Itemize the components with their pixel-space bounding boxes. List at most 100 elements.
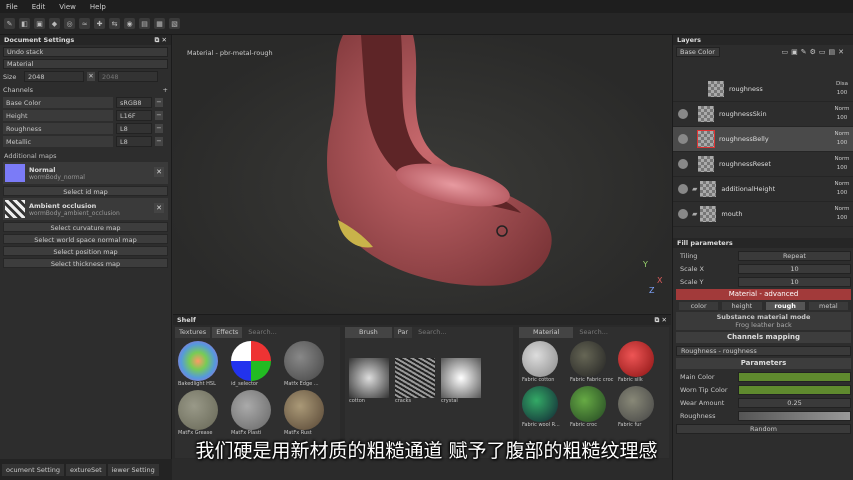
chip-color[interactable]: color xyxy=(679,302,719,310)
visibility-icon[interactable] xyxy=(678,209,688,219)
layer-item[interactable]: roughness Disa 100 xyxy=(673,77,853,102)
material-item[interactable]: Fabric silk xyxy=(618,341,663,383)
eraser-icon[interactable]: ◧ xyxy=(19,18,30,29)
shelf-item[interactable]: Bakedlight HSL xyxy=(178,341,228,387)
clone-icon[interactable]: ◎ xyxy=(64,18,75,29)
tab-material[interactable]: Material xyxy=(519,327,574,338)
channel-format[interactable]: L8 xyxy=(116,136,152,147)
material-field[interactable]: Material xyxy=(3,59,168,69)
visibility-icon[interactable] xyxy=(678,134,688,144)
blend-mode[interactable]: Norm xyxy=(834,181,849,187)
close-icon[interactable]: ⧉ ✕ xyxy=(155,36,167,45)
visibility-icon[interactable] xyxy=(678,159,688,169)
layer-tools-icon[interactable]: ▭▣✎⚙▭▤✕ xyxy=(782,48,847,56)
channel-format[interactable]: L16F xyxy=(116,110,152,121)
smudge-icon[interactable]: ≈ xyxy=(79,18,90,29)
material-search[interactable]: Search... xyxy=(575,327,612,338)
material-item[interactable]: Fabric fur xyxy=(618,386,663,428)
tab-brush[interactable]: Brush xyxy=(345,327,392,338)
substance-mode[interactable]: Substance material mode Frog leather back xyxy=(676,312,851,330)
opacity[interactable]: 100 xyxy=(837,90,848,96)
opacity[interactable]: 100 xyxy=(837,115,848,121)
select-thickness-button[interactable]: Select thickness map xyxy=(3,258,168,268)
brush-item[interactable]: cracks xyxy=(395,358,435,404)
size-select[interactable]: 2048 xyxy=(24,71,84,82)
blend-mode[interactable]: Disa xyxy=(836,81,848,87)
chip-metal[interactable]: metal xyxy=(808,302,848,310)
channel-format[interactable]: sRGB8 xyxy=(116,97,152,108)
select-position-button[interactable]: Select position map xyxy=(3,246,168,256)
brush-item[interactable]: cotton xyxy=(349,358,389,404)
remove-icon[interactable]: − xyxy=(155,111,163,120)
roughness-slider[interactable] xyxy=(738,410,851,421)
blend-mode[interactable]: Norm xyxy=(834,156,849,162)
brush-search[interactable]: Search... xyxy=(414,327,451,338)
remove-map-icon[interactable]: ✕ xyxy=(154,167,164,177)
select-world-normal-button[interactable]: Select world space normal map xyxy=(3,234,168,244)
remove-icon[interactable]: − xyxy=(155,124,163,133)
tab-effects[interactable]: Effects xyxy=(212,327,243,338)
chmap-select[interactable]: Roughness - roughness xyxy=(676,345,851,356)
chip-rough[interactable]: rough xyxy=(765,302,805,310)
remove-icon[interactable]: − xyxy=(155,98,163,107)
scaley-input[interactable]: 10 xyxy=(738,276,851,287)
material-item[interactable]: Fabric cotton xyxy=(522,341,567,383)
main-color-swatch[interactable] xyxy=(738,371,851,382)
tab-particles[interactable]: Par xyxy=(393,327,413,338)
undock-icon[interactable]: ⧉ ✕ xyxy=(655,316,667,325)
color-picker-icon[interactable]: ✚ xyxy=(94,18,105,29)
scalex-input[interactable]: 10 xyxy=(738,263,851,274)
material-item[interactable]: Fabric croc xyxy=(570,386,615,428)
remove-map-icon[interactable]: ✕ xyxy=(154,203,164,213)
viewport-mode-icon[interactable]: ▤ xyxy=(139,18,150,29)
screenshot-icon[interactable]: ▧ xyxy=(169,18,180,29)
polygon-fill-icon[interactable]: ◆ xyxy=(49,18,60,29)
camera-icon[interactable]: ◉ xyxy=(124,18,135,29)
blend-mode[interactable]: Norm xyxy=(834,131,849,137)
layer-item[interactable]: ▰ mouth Norm 100 xyxy=(673,202,853,227)
tab-textureset[interactable]: extureSet xyxy=(66,463,106,476)
opacity[interactable]: 100 xyxy=(837,190,848,196)
blend-channel-select[interactable]: Base Color xyxy=(676,47,720,57)
render-icon[interactable]: ▦ xyxy=(154,18,165,29)
blend-mode[interactable]: Norm xyxy=(834,206,849,212)
3d-viewport[interactable]: Material - pbr-metal-rough Y X Z xyxy=(173,35,671,313)
opacity[interactable]: 100 xyxy=(837,140,848,146)
opacity[interactable]: 100 xyxy=(837,165,848,171)
size-select-2[interactable]: 2048 xyxy=(98,71,158,82)
channels-mapping-header[interactable]: Channels mapping xyxy=(676,332,851,343)
select-curvature-button[interactable]: Select curvature map xyxy=(3,222,168,232)
worn-color-swatch[interactable] xyxy=(738,384,851,395)
tab-textures[interactable]: Textures xyxy=(175,327,211,338)
layer-item[interactable]: roughnessReset Norm 100 xyxy=(673,152,853,177)
menu-view[interactable]: View xyxy=(59,3,76,11)
menu-edit[interactable]: Edit xyxy=(32,3,46,11)
shelf-item[interactable]: MatFx Rust xyxy=(284,390,334,436)
layer-item[interactable]: roughnessSkin Norm 100 xyxy=(673,102,853,127)
layer-item-selected[interactable]: roughnessBelly Norm 100 xyxy=(673,127,853,152)
tiling-select[interactable]: Repeat xyxy=(738,250,851,261)
tab-viewer-settings[interactable]: iewer Setting xyxy=(107,463,159,476)
ao-map-slot[interactable]: Ambient occlusion wormBody_ambient_occlus… xyxy=(3,198,168,220)
shelf-item[interactable]: MatFx Plasti xyxy=(231,390,281,436)
shelf-item[interactable]: MatFx Grease xyxy=(178,390,228,436)
visibility-icon[interactable] xyxy=(678,109,688,119)
random-button[interactable]: Random xyxy=(676,423,851,434)
tab-document-settings[interactable]: ocument Setting xyxy=(2,463,65,476)
shelf-item[interactable]: id_selector xyxy=(231,341,281,387)
material-item[interactable]: Fabric wool R... xyxy=(522,386,567,428)
projection-icon[interactable]: ▣ xyxy=(34,18,45,29)
chip-height[interactable]: height xyxy=(722,302,762,310)
remove-icon[interactable]: − xyxy=(155,137,163,146)
shelf-item[interactable]: Matfx Edge ... xyxy=(284,341,334,387)
blend-mode[interactable]: Norm xyxy=(834,106,849,112)
brush-item[interactable]: crystal xyxy=(441,358,481,404)
symmetry-icon[interactable]: ⇆ xyxy=(109,18,120,29)
material-advanced-header[interactable]: Material - advanced xyxy=(676,289,851,300)
wear-input[interactable]: 0.25 xyxy=(738,397,851,408)
layer-item[interactable]: ▰ additionalHeight Norm 100 xyxy=(673,177,853,202)
material-item[interactable]: Fabric Fabric croc xyxy=(570,341,615,383)
shelf-search[interactable]: Search... xyxy=(244,327,281,338)
paint-brush-icon[interactable]: ✎ xyxy=(4,18,15,29)
menu-help[interactable]: Help xyxy=(90,3,106,11)
